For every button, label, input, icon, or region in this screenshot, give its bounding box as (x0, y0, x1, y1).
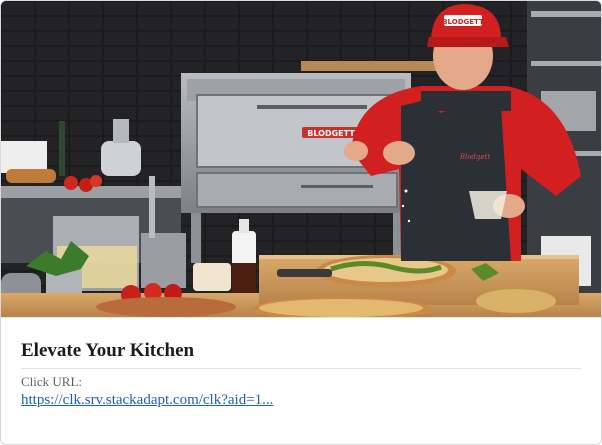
ad-caption: Elevate Your Kitchen Click URL: https://… (1, 317, 601, 444)
ad-card: BLODGETT BLODGETT Blodgett Elevate Your … (0, 0, 602, 445)
apron-logo-text: Blodgett (459, 153, 491, 161)
oven-brand-text: BLODGETT (307, 129, 355, 138)
ad-title: Elevate Your Kitchen (21, 340, 581, 369)
click-url-label: Click URL: (21, 374, 83, 389)
kitchen-photo: BLODGETT BLODGETT Blodgett (1, 1, 601, 317)
click-url-link[interactable]: https://clk.srv.stackadapt.com/clk?aid=1… (21, 392, 273, 409)
cap-logo-text: BLODGETT (442, 18, 484, 26)
